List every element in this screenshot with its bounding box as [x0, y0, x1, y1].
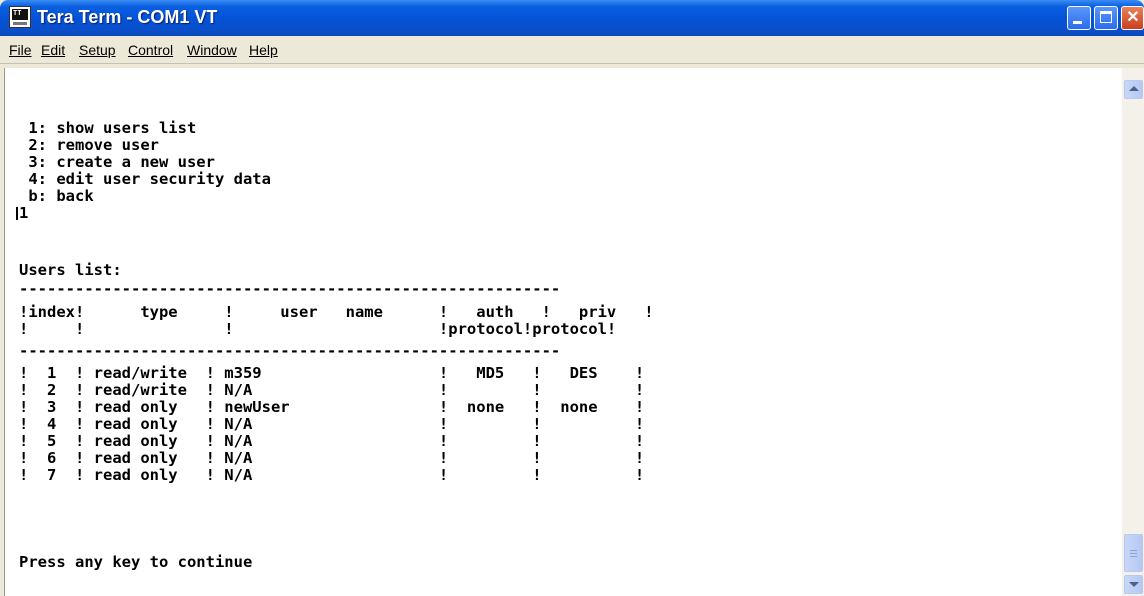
- terminal-line: 1: show users list: [19, 119, 197, 137]
- menu-edit[interactable]: Edit: [41, 42, 65, 58]
- chevron-up-icon: [1129, 86, 1139, 91]
- maximize-button[interactable]: [1094, 6, 1118, 30]
- terminal-line: !index! type ! user name ! auth ! priv !: [19, 303, 654, 321]
- minimize-icon: [1073, 21, 1082, 24]
- close-button[interactable]: ✕: [1121, 6, 1144, 30]
- teraterm-window: TT Tera Term - COM1 VT ✕ File Edit Setup…: [0, 0, 1144, 596]
- terminal-line: ! 4 ! read only ! N/A ! ! !: [19, 415, 645, 433]
- menu-file[interactable]: File: [9, 42, 32, 58]
- menu-window-label: Window: [187, 42, 237, 58]
- window-title: Tera Term - COM1 VT: [37, 7, 218, 27]
- terminal-line: Users list:: [19, 261, 122, 279]
- menu-window[interactable]: Window: [187, 42, 237, 58]
- scroll-thumb[interactable]: [1124, 534, 1143, 572]
- terminal-line: b: back: [19, 187, 94, 205]
- scroll-down-button[interactable]: [1124, 575, 1143, 594]
- terminal-line: ----------------------------------------…: [19, 342, 561, 360]
- terminal-line: ----------------------------------------…: [19, 280, 561, 298]
- teraterm-app-icon[interactable]: TT: [9, 6, 31, 28]
- minimize-button[interactable]: [1067, 6, 1091, 30]
- title-bar[interactable]: TT Tera Term - COM1 VT ✕: [0, 0, 1144, 36]
- menu-control[interactable]: Control: [128, 42, 173, 58]
- scroll-up-button[interactable]: [1124, 80, 1143, 99]
- chevron-down-icon: [1129, 582, 1139, 587]
- terminal-screen[interactable]: 1: show users list 2: remove user 3: cre…: [4, 68, 1122, 596]
- terminal-line: ! 1 ! read/write ! m359 ! MD5 ! DES !: [19, 364, 645, 382]
- terminal-line: 3: create a new user: [19, 153, 215, 171]
- menu-edit-label: Edit: [41, 42, 66, 58]
- close-icon: ✕: [1126, 9, 1140, 26]
- maximize-icon: [1100, 11, 1112, 23]
- menu-control-label: Control: [128, 42, 174, 58]
- terminal-line: ! 6 ! read only ! N/A ! ! !: [19, 449, 645, 467]
- terminal-line: 1: [19, 204, 29, 222]
- terminal-line: ! 7 ! read only ! N/A ! ! !: [19, 466, 645, 484]
- menu-help-label: Help: [249, 42, 278, 58]
- terminal-line: 4: edit user security data: [19, 170, 271, 188]
- terminal-line: ! 5 ! read only ! N/A ! ! !: [19, 432, 645, 450]
- menu-bar: File Edit Setup Control Window Help: [0, 36, 1144, 64]
- menu-setup-label: Setup: [79, 42, 116, 58]
- terminal-line: ! 3 ! read only ! newUser ! none ! none …: [19, 398, 645, 416]
- menu-setup[interactable]: Setup: [79, 42, 116, 58]
- terminal-line: 2: remove user: [19, 136, 159, 154]
- app-icon-label: TT: [13, 9, 22, 17]
- menu-help[interactable]: Help: [249, 42, 278, 58]
- terminal-line: ! 2 ! read/write ! N/A ! ! !: [19, 381, 645, 399]
- vertical-scrollbar[interactable]: [1122, 68, 1144, 596]
- menu-file-label: File: [9, 42, 32, 58]
- terminal-line: Press any key to continue: [19, 553, 253, 571]
- terminal-line: ! ! ! !protocol!protocol!: [19, 320, 617, 338]
- text-cursor: [16, 207, 18, 220]
